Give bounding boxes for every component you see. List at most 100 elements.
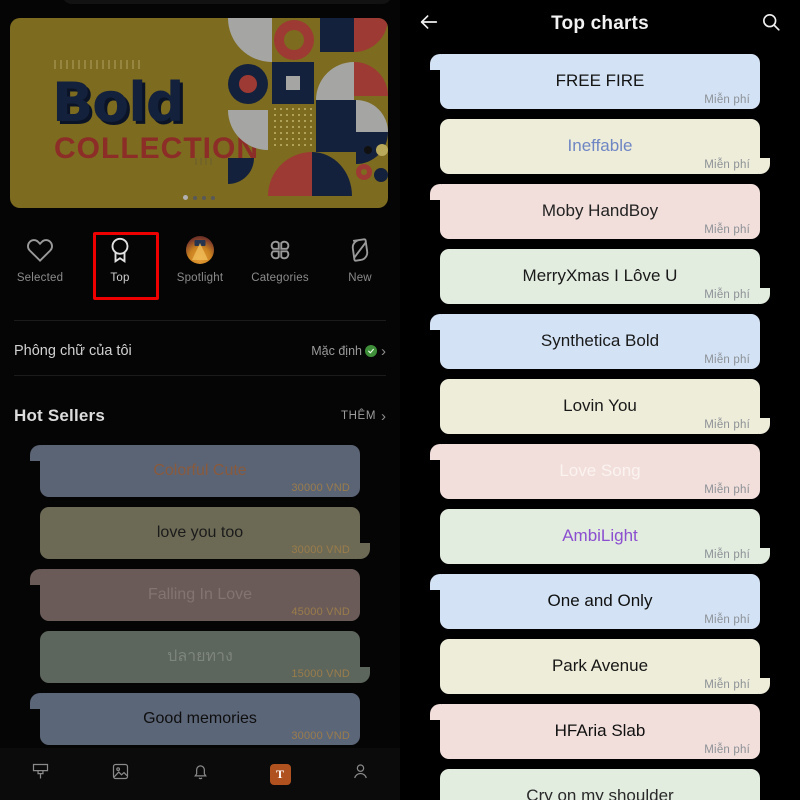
- font-name: ปลายทาง: [167, 648, 233, 666]
- nav-item-fonts[interactable]: T: [240, 763, 320, 785]
- banner-dotted-accent-icon: [195, 158, 215, 165]
- font-price: Miễn phí: [704, 159, 750, 171]
- top-chart-card[interactable]: Moby HandBoy Miễn phí: [430, 184, 760, 239]
- top-chart-card[interactable]: Synthetica Bold Miễn phí: [430, 314, 760, 369]
- bubble-body: Park Avenue Miễn phí: [440, 639, 760, 694]
- hot-sellers-list: Colorful Cute 30000 VND love you too 30000 …: [0, 445, 400, 755]
- check-circle-icon: [365, 345, 377, 357]
- font-price: 30000 VND: [291, 544, 350, 556]
- nav-item-notifications[interactable]: [160, 761, 240, 787]
- bubble-tail: [359, 667, 370, 683]
- brush-icon: [30, 761, 51, 787]
- bubble-body: Colorful Cute 30000 VND: [40, 445, 360, 497]
- bubble-body: HFAria Slab Miễn phí: [440, 704, 760, 759]
- divider-below-my-fonts: [14, 375, 386, 376]
- bubble-body: ปลายทาง 15000 VND: [40, 631, 360, 683]
- font-name: Good memories: [143, 710, 257, 728]
- tab-selected[interactable]: Selected: [0, 228, 80, 284]
- top-chart-card[interactable]: Love Song Miễn phí: [430, 444, 760, 499]
- top-chart-card[interactable]: Cry on my shoulderMiễn phí: [440, 769, 760, 800]
- text-t-icon: T: [269, 763, 291, 785]
- leaf-icon: [345, 235, 375, 265]
- top-chart-card[interactable]: One and Only Miễn phí: [430, 574, 760, 629]
- bottom-navigation-bar: T: [0, 748, 400, 800]
- font-price: 45000 VND: [291, 606, 350, 618]
- nav-item-profile[interactable]: [320, 761, 400, 787]
- bubble-body: Lovin You Miễn phí: [440, 379, 760, 434]
- banner-geometric-art: [228, 18, 388, 208]
- spotlight-lamp-icon: [185, 235, 215, 265]
- hot-seller-card[interactable]: Good memories 30000 VND: [30, 693, 360, 745]
- page-title: Top charts: [551, 13, 649, 34]
- font-name: Park Avenue: [551, 657, 649, 676]
- bubble-body: Moby HandBoy Miễn phí: [440, 184, 760, 239]
- font-name: Falling In Love: [147, 586, 253, 604]
- tab-selected-label: Selected: [16, 272, 64, 284]
- left-panel-font-store: Bold COLLECTION Selected Top Spotlight C…: [0, 0, 400, 800]
- image-icon: [110, 761, 131, 787]
- top-chart-card[interactable]: MerryXmas I Lôve U Miễn phí: [440, 249, 770, 304]
- hot-sellers-more-label: THÊM: [341, 410, 376, 422]
- tab-new[interactable]: New: [320, 228, 400, 284]
- top-charts-list: FREE FIRE Miễn phí Ineffable Miễn phí Moby H…: [400, 48, 800, 800]
- my-fonts-value: Mặc định: [311, 344, 362, 358]
- hot-seller-card[interactable]: Falling In Love 45000 VND: [30, 569, 360, 621]
- bubble-body: Love Song Miễn phí: [440, 444, 760, 499]
- nav-item-wallpapers[interactable]: [80, 761, 160, 787]
- font-price: Miễn phí: [704, 679, 750, 691]
- hot-seller-card[interactable]: ปลายทาง 15000 VND: [40, 631, 370, 683]
- app-screenshot: Bold COLLECTION Selected Top Spotlight C…: [0, 0, 800, 800]
- font-price: 30000 VND: [291, 730, 350, 742]
- font-price: Miễn phí: [704, 744, 750, 756]
- top-chart-card[interactable]: Park Avenue Miễn phí: [440, 639, 770, 694]
- font-name: One and Only: [547, 592, 653, 611]
- hot-sellers-title: Hot Sellers: [14, 406, 106, 425]
- font-price: Miễn phí: [704, 419, 750, 431]
- bubble-body: Cry on my shoulderMiễn phí: [440, 769, 760, 800]
- font-name: Colorful Cute: [153, 462, 247, 480]
- top-chart-card[interactable]: FREE FIRE Miễn phí: [430, 54, 760, 109]
- bubble-body: love you too 30000 VND: [40, 507, 360, 559]
- font-price: 30000 VND: [291, 482, 350, 494]
- font-price: Miễn phí: [704, 484, 750, 496]
- tab-top[interactable]: Top: [80, 228, 160, 284]
- top-chart-card[interactable]: Ineffable Miễn phí: [440, 119, 770, 174]
- banner-title: Bold: [52, 71, 184, 134]
- hot-sellers-more-button[interactable]: THÊM ›: [341, 409, 386, 424]
- top-chart-card[interactable]: Lovin You Miễn phí: [440, 379, 770, 434]
- promo-banner-carousel[interactable]: Bold COLLECTION: [10, 18, 388, 208]
- top-chart-card[interactable]: AmbiLight Miễn phí: [440, 509, 770, 564]
- hot-seller-card[interactable]: Colorful Cute 30000 VND: [30, 445, 360, 497]
- hot-seller-card[interactable]: love you too 30000 VND: [40, 507, 370, 559]
- bubble-body: FREE FIRE Miễn phí: [440, 54, 760, 109]
- divider-above-my-fonts: [14, 320, 386, 321]
- font-name: FREE FIRE: [555, 72, 645, 91]
- bubble-body: Good memories 30000 VND: [40, 693, 360, 745]
- top-chart-card[interactable]: HFAria Slab Miễn phí: [430, 704, 760, 759]
- font-name: MerryXmas I Lôve U: [522, 267, 678, 286]
- font-name: love you too: [156, 524, 244, 542]
- bubble-tail: [759, 548, 770, 564]
- tab-categories[interactable]: Categories: [240, 228, 320, 284]
- bubble-body: Synthetica Bold Miễn phí: [440, 314, 760, 369]
- my-fonts-row[interactable]: Phông chữ của tôi Mặc định ›: [0, 330, 400, 372]
- font-price: Miễn phí: [704, 354, 750, 366]
- grid-clover-icon: [265, 235, 295, 265]
- bubble-tail: [759, 158, 770, 174]
- bell-icon: [190, 761, 211, 787]
- tab-spotlight[interactable]: Spotlight: [160, 228, 240, 284]
- my-fonts-label: Phông chữ của tôi: [14, 343, 132, 359]
- badge-ribbon-icon: [105, 235, 135, 265]
- nav-item-themes[interactable]: [0, 761, 80, 787]
- category-tab-row: Selected Top Spotlight Categories New: [0, 228, 400, 308]
- promo-banner[interactable]: Bold COLLECTION: [10, 18, 388, 208]
- tab-spotlight-label: Spotlight: [176, 272, 224, 284]
- font-name: Moby HandBoy: [541, 202, 659, 221]
- chevron-right-icon: ›: [381, 342, 386, 360]
- font-name: Lovin You: [563, 397, 637, 416]
- my-fonts-value-group[interactable]: Mặc định ›: [311, 344, 386, 359]
- font-price: Miễn phí: [704, 94, 750, 106]
- banner-pagination-dots[interactable]: [183, 195, 215, 200]
- font-name: HFAria Slab: [554, 722, 646, 741]
- tab-top-label: Top: [110, 272, 130, 284]
